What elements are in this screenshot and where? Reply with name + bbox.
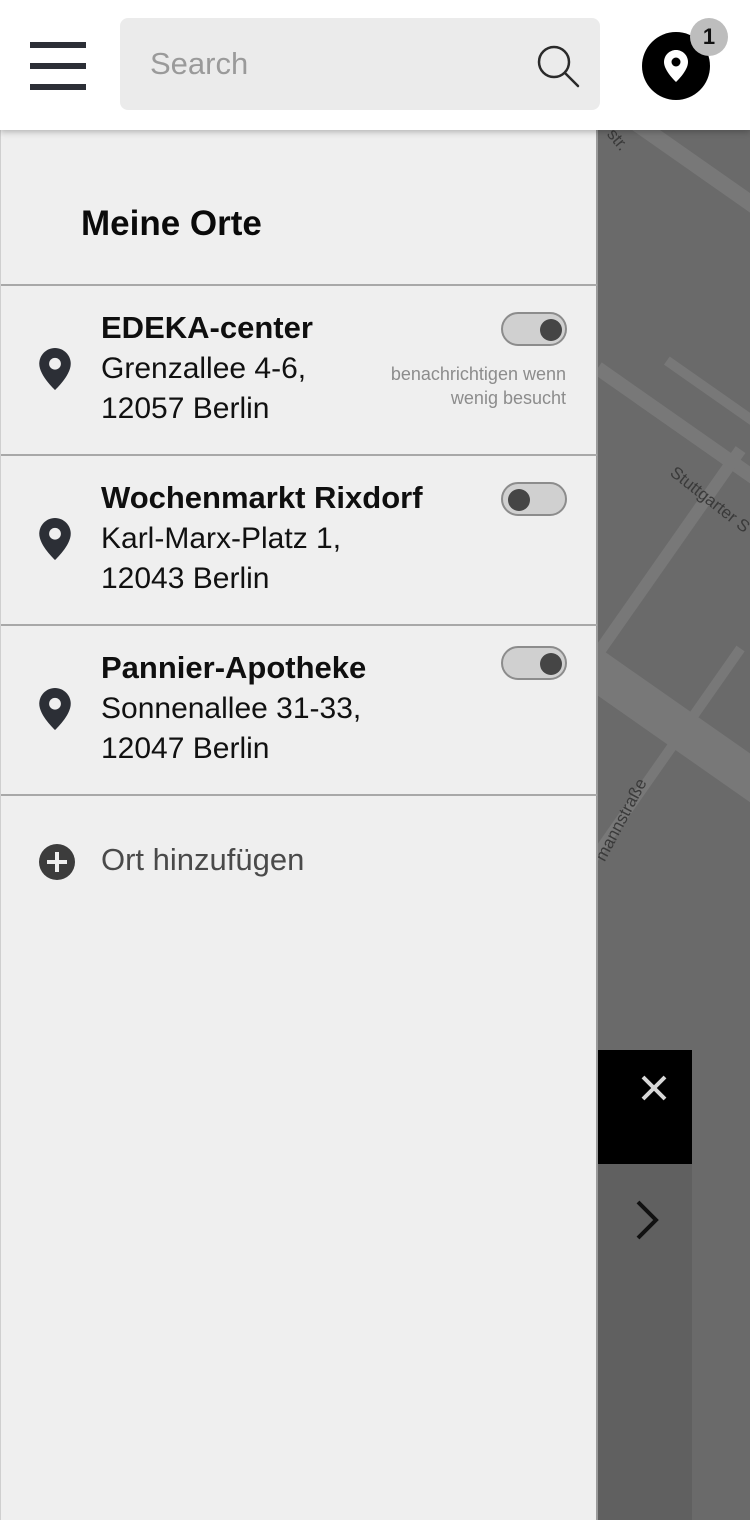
- menu-button[interactable]: [30, 42, 86, 92]
- place-city: 12043 Berlin: [101, 562, 270, 595]
- place-item[interactable]: Wochenmarkt Rixdorf Karl-Marx-Platz 1, 1…: [1, 456, 597, 624]
- menu-icon-bar: [30, 63, 86, 69]
- next-panel: [598, 1164, 692, 1520]
- top-bar: 1: [0, 0, 750, 130]
- place-street: Grenzallee 4-6,: [101, 352, 307, 385]
- add-place-label: Ort hinzufügen: [101, 842, 305, 877]
- place-street: Sonnenallee 31-33,: [101, 692, 362, 725]
- place-name: EDEKA-center: [101, 310, 313, 345]
- notify-toggle[interactable]: [501, 646, 567, 680]
- location-pin-icon: [664, 50, 688, 82]
- my-places-drawer: Meine Orte EDEKA-center Grenzallee 4-6, …: [0, 130, 598, 1520]
- toggle-knob: [540, 653, 562, 675]
- toggle-knob: [508, 489, 530, 511]
- location-pin-icon: [39, 688, 71, 730]
- toggle-knob: [540, 319, 562, 341]
- place-street: Karl-Marx-Platz 1,: [101, 522, 342, 555]
- search-input[interactable]: [150, 18, 540, 110]
- street-label: mannstraße: [596, 775, 651, 865]
- menu-icon-bar: [30, 84, 86, 90]
- place-item[interactable]: Pannier-Apotheke Sonnenallee 31-33, 1204…: [1, 626, 597, 794]
- search-box: [120, 18, 600, 110]
- menu-icon-bar: [30, 42, 86, 48]
- location-pin-icon: [39, 518, 71, 560]
- drawer-title: Meine Orte: [81, 204, 262, 243]
- dismiss-panel: [598, 1050, 692, 1164]
- place-item[interactable]: EDEKA-center Grenzallee 4-6, 12057 Berli…: [1, 286, 597, 454]
- chevron-right-icon[interactable]: [632, 1198, 662, 1242]
- notify-toggle[interactable]: [501, 312, 567, 346]
- add-place-button[interactable]: Ort hinzufügen: [1, 820, 597, 908]
- close-icon[interactable]: [638, 1072, 670, 1104]
- place-name: Wochenmarkt Rixdorf: [101, 480, 423, 515]
- place-name: Pannier-Apotheke: [101, 650, 367, 685]
- location-count-badge: 1: [690, 18, 728, 56]
- plus-circle-icon: [39, 844, 75, 880]
- street-label: str.: [603, 130, 633, 155]
- notify-hint: benachrichtigen wenn wenig besucht: [390, 364, 566, 408]
- search-icon[interactable]: [534, 42, 582, 90]
- map-road: [596, 362, 750, 512]
- divider: [1, 794, 597, 796]
- location-pin-icon: [39, 348, 71, 390]
- place-city: 12057 Berlin: [101, 392, 270, 425]
- place-city: 12047 Berlin: [101, 732, 270, 765]
- notify-toggle[interactable]: [501, 482, 567, 516]
